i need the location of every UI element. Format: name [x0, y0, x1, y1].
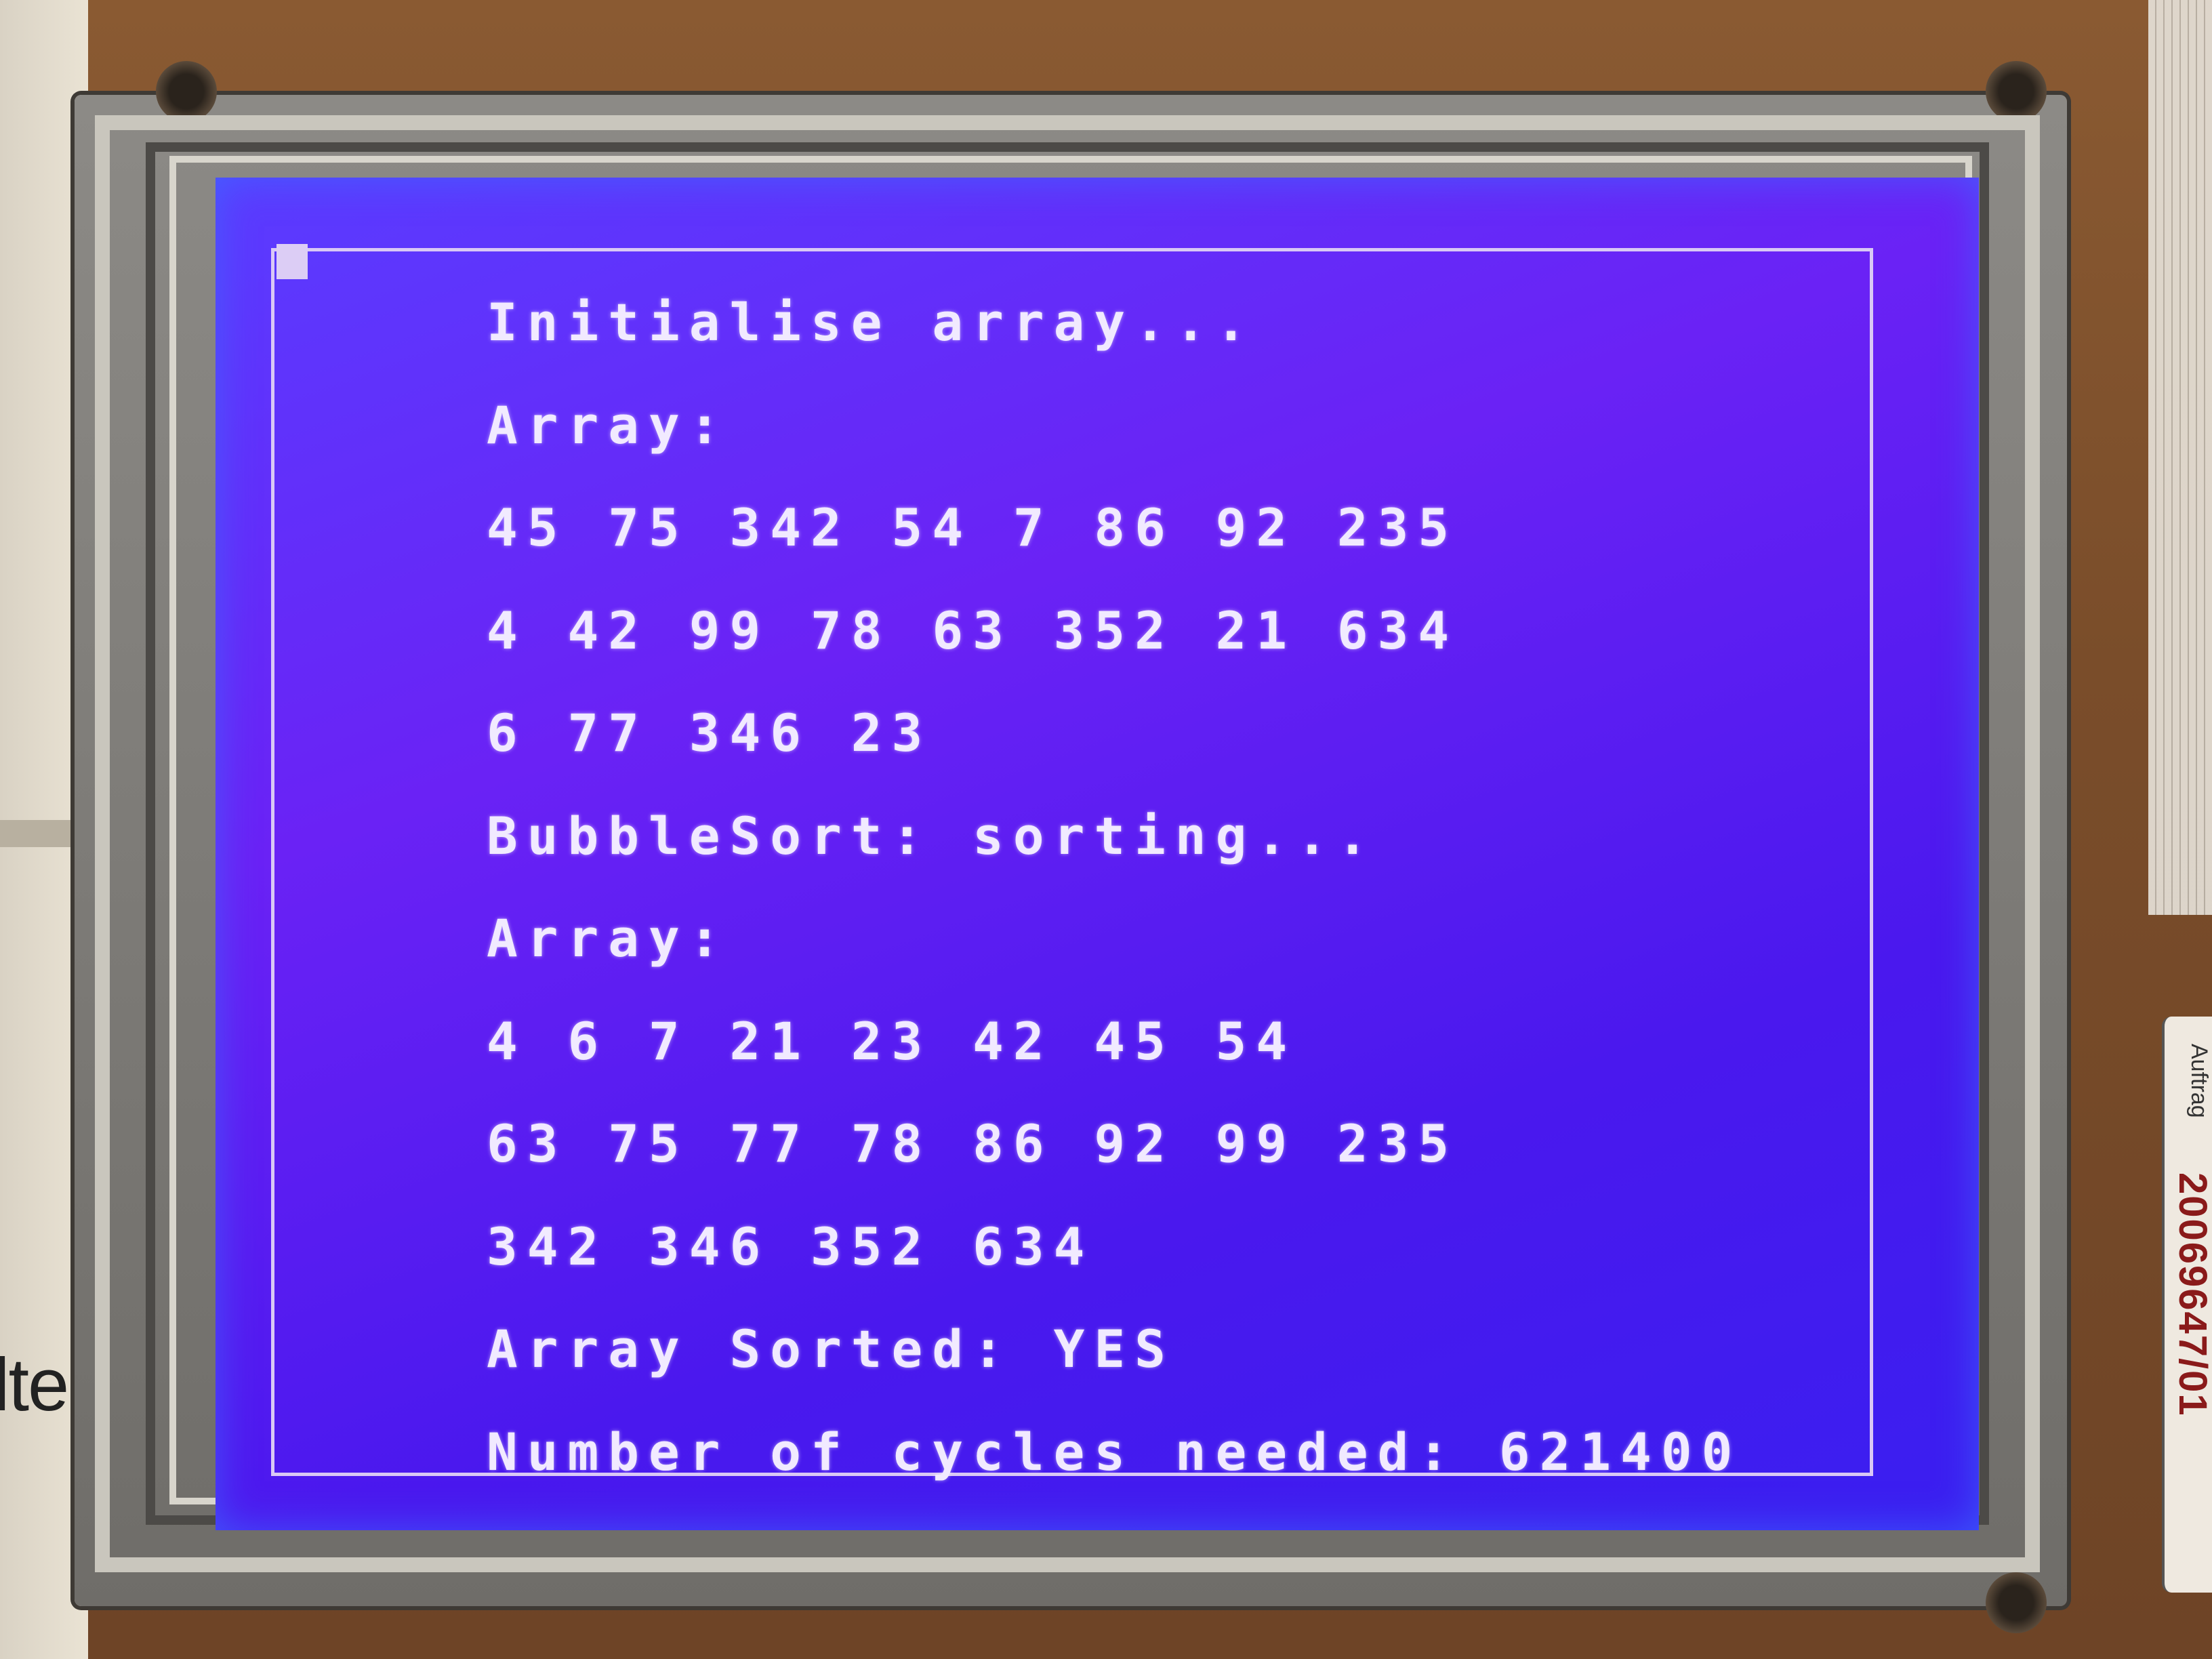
console-line-array-label: Array: [487, 394, 730, 455]
mounting-hole [1986, 61, 2047, 122]
paper-text-fragment: lte [0, 1343, 69, 1427]
console-line-sorted-2: 63 75 77 78 86 92 99 235 [487, 1113, 1459, 1174]
console-line-array-label: Array: [487, 908, 730, 968]
sticker-label: Auftrag [2186, 1044, 2212, 1118]
console-line-sorted-status: Array Sorted: YES [487, 1319, 1175, 1379]
mounting-hole [1986, 1572, 2047, 1633]
ribbon-cable [2148, 0, 2212, 915]
console-line-bubblesort: BubbleSort: sorting... [487, 805, 1378, 866]
console-line-initialise: Initialise array... [487, 292, 1256, 352]
console-line-cycles: Number of cycles needed: 621400 [487, 1421, 1742, 1482]
console-line-unsorted-1: 45 75 342 54 7 86 92 235 [487, 497, 1459, 558]
console-line-unsorted-3: 6 77 346 23 [487, 703, 933, 763]
console-output: Initialise array... Array: 45 75 342 54 … [487, 271, 1742, 1503]
lcd-screen: Initialise array... Array: 45 75 342 54 … [216, 178, 1979, 1530]
cursor-block [276, 244, 308, 279]
console-line-sorted-1: 4 6 7 21 23 42 45 54 [487, 1010, 1297, 1071]
console-line-sorted-3: 342 346 352 634 [487, 1216, 1094, 1277]
console-line-unsorted-2: 4 42 99 78 63 352 21 634 [487, 600, 1459, 661]
order-sticker: Auftrag 20069647/01 [2162, 1017, 2212, 1593]
sticker-order-number: 20069647/01 [2171, 1172, 2212, 1417]
mounting-hole [156, 61, 217, 122]
